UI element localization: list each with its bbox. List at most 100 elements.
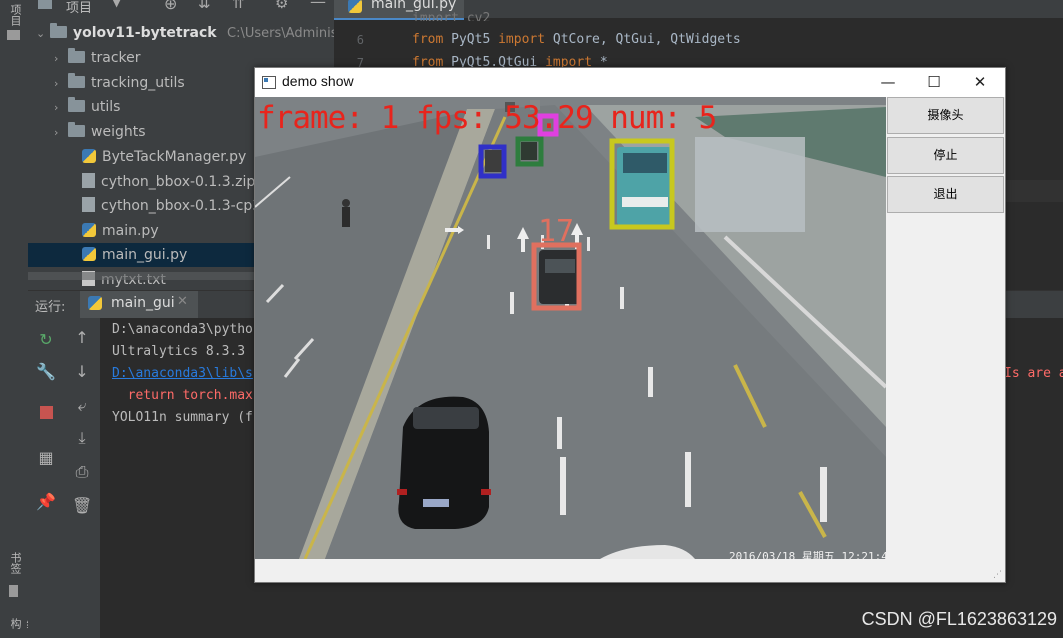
- tracked-car: [539, 250, 581, 304]
- line-number: 6: [356, 33, 364, 47]
- zip-file-icon: [82, 197, 95, 212]
- resize-grip-icon[interactable]: ⋰: [993, 570, 1002, 580]
- stop-button[interactable]: 停止: [887, 137, 1004, 174]
- python-file-icon: [88, 296, 102, 310]
- arrow-down-icon[interactable]: ↓: [72, 362, 92, 381]
- close-icon[interactable]: ✕: [177, 294, 188, 309]
- camera-button[interactable]: 摄像头: [887, 97, 1004, 134]
- code-keyword: from: [412, 32, 444, 47]
- stop-icon[interactable]: [36, 404, 56, 423]
- run-tab-main-gui[interactable]: main_gui ✕: [80, 291, 198, 320]
- tree-folder-utils[interactable]: › utils: [54, 95, 120, 119]
- folder-label: weights: [91, 124, 146, 140]
- folder-icon: [50, 23, 67, 38]
- console-link[interactable]: D:\anaconda3\lib\s: [112, 366, 253, 381]
- scroll-to-end-icon[interactable]: ⤓: [72, 428, 92, 448]
- folder-icon: [68, 97, 85, 112]
- project-tool-label[interactable]: 项目: [7, 4, 23, 26]
- folder-label: tracking_utils: [91, 75, 185, 91]
- editor-line-highlight: [1004, 180, 1063, 202]
- traffic-camera-frame: 17: [255, 97, 886, 559]
- tree-folder-tracker[interactable]: › tracker: [54, 46, 141, 70]
- wrench-icon[interactable]: 🔧: [36, 362, 56, 381]
- run-toolbar-secondary: ↑ ↓ ⤶ ⤓ ⎙ 🗑: [64, 318, 101, 638]
- pin-icon[interactable]: 📌: [36, 492, 56, 511]
- crosshair-icon[interactable]: ⊕: [164, 0, 177, 13]
- console-line: D:\anaconda3\pytho: [112, 322, 253, 337]
- console-line: YOLO11n summary (f: [112, 410, 253, 425]
- chevron-down-icon[interactable]: ▼: [112, 0, 121, 9]
- chevron-right-icon: ›: [54, 52, 59, 65]
- chevron-right-icon: ›: [54, 126, 59, 139]
- tree-file-cython-bbox-zip[interactable]: cython_bbox-0.1.3.zip: [82, 170, 255, 194]
- folder-label: tracker: [91, 50, 141, 66]
- close-button[interactable]: ✕: [957, 68, 1003, 97]
- detection-id-label: 17: [538, 214, 574, 249]
- video-timestamp: 2016/03/18 星期五 12:21:43: [729, 550, 886, 559]
- minimize-icon[interactable]: —: [310, 0, 326, 11]
- motorbike: [342, 207, 350, 227]
- folder-icon: [68, 122, 85, 137]
- bus-stop-shelter: [695, 137, 805, 232]
- bookmark-icon[interactable]: [9, 585, 18, 597]
- python-file-icon: [348, 0, 362, 13]
- tree-file-cython-bbox-cp38[interactable]: cython_bbox-0.1.3-cp38: [82, 194, 270, 218]
- file-label: main_gui.py: [102, 247, 188, 263]
- exit-button[interactable]: 退出: [887, 176, 1004, 213]
- file-label: ByteTackManager.py: [102, 149, 247, 165]
- soft-wrap-icon[interactable]: ⤶: [72, 396, 92, 416]
- minimize-button[interactable]: —: [865, 68, 911, 97]
- file-label: cython_bbox-0.1.3-cp38: [101, 198, 271, 214]
- folder-label: utils: [91, 99, 121, 115]
- python-file-icon: [82, 149, 96, 163]
- fps-overlay-text: frame: 1 fps: 53.29 num: 5: [257, 100, 717, 136]
- project-panel-header: 项目 ▼ ⊕ ⇊ ⇈ ⚙ —: [28, 0, 334, 18]
- window-icon: [262, 76, 276, 89]
- gear-icon[interactable]: ⚙: [275, 0, 288, 12]
- code-line-6[interactable]: from PyQt5 import QtCore, QtGui, QtWidge…: [412, 32, 741, 47]
- console-line-error-tail: Is are a: [1004, 366, 1063, 381]
- csdn-watermark: CSDN @FL1623863129: [861, 609, 1057, 629]
- arrow-up-icon[interactable]: ↑: [72, 328, 92, 347]
- code-text: PyQt5: [443, 32, 499, 47]
- car-far-2: [521, 142, 537, 160]
- folder-icon: [68, 48, 85, 63]
- project-panel-title[interactable]: 项目: [66, 0, 92, 16]
- expand-all-icon[interactable]: ⇈: [232, 0, 245, 12]
- collapse-all-icon[interactable]: ⇊: [198, 0, 211, 12]
- code-text: QtCore, QtGui, QtWidgets: [545, 32, 741, 47]
- run-tab-label: main_gui: [111, 295, 175, 311]
- code-line-partial: import cv2: [412, 11, 491, 21]
- chevron-right-icon: ›: [54, 101, 59, 114]
- maximize-button[interactable]: ☐: [911, 68, 957, 97]
- trash-icon[interactable]: 🗑: [72, 496, 92, 515]
- window-title: demo show: [282, 73, 354, 89]
- folder-icon: [38, 0, 52, 9]
- file-label: main.py: [102, 223, 159, 239]
- black-sedan: [397, 396, 491, 529]
- tree-file-bytetackmanager[interactable]: ByteTackManager.py: [82, 145, 246, 169]
- zip-file-icon: [82, 173, 95, 188]
- console-line: Ultralytics 8.3.3: [112, 344, 246, 359]
- tree-root-yolov11-bytetrack[interactable]: ⌄ yolov11-bytetrack C:\Users\Administr: [36, 21, 348, 45]
- print-icon[interactable]: ⎙: [72, 462, 92, 482]
- run-toolbar-primary: ↻ 🔧 ▦ 📌: [28, 318, 64, 638]
- tree-folder-tracking-utils[interactable]: › tracking_utils: [54, 71, 185, 95]
- layout-icon[interactable]: ▦: [36, 448, 56, 467]
- root-folder-path: C:\Users\Administr: [227, 26, 348, 41]
- demo-show-window: demo show — ☐ ✕ 17 frame: 1 fps: 53.29 n…: [254, 67, 1006, 583]
- tree-folder-weights[interactable]: › weights: [54, 120, 146, 144]
- code-keyword: import: [498, 32, 546, 47]
- chevron-down-icon: ⌄: [36, 27, 46, 40]
- folder-icon: [68, 73, 85, 88]
- bookmarks-tool-label[interactable]: 书签: [7, 552, 23, 574]
- run-panel-label: 运行:: [35, 300, 66, 315]
- console-line-error: return torch.max: [112, 388, 253, 403]
- root-folder-name: yolov11-bytetrack: [73, 25, 217, 41]
- chevron-right-icon: ›: [54, 77, 59, 90]
- folder-icon[interactable]: [7, 30, 20, 40]
- tree-file-main[interactable]: main.py: [82, 219, 159, 243]
- horizontal-scrollbar[interactable]: [28, 272, 258, 280]
- window-titlebar[interactable]: demo show — ☐ ✕: [255, 68, 1005, 97]
- rerun-icon[interactable]: ↻: [36, 330, 56, 349]
